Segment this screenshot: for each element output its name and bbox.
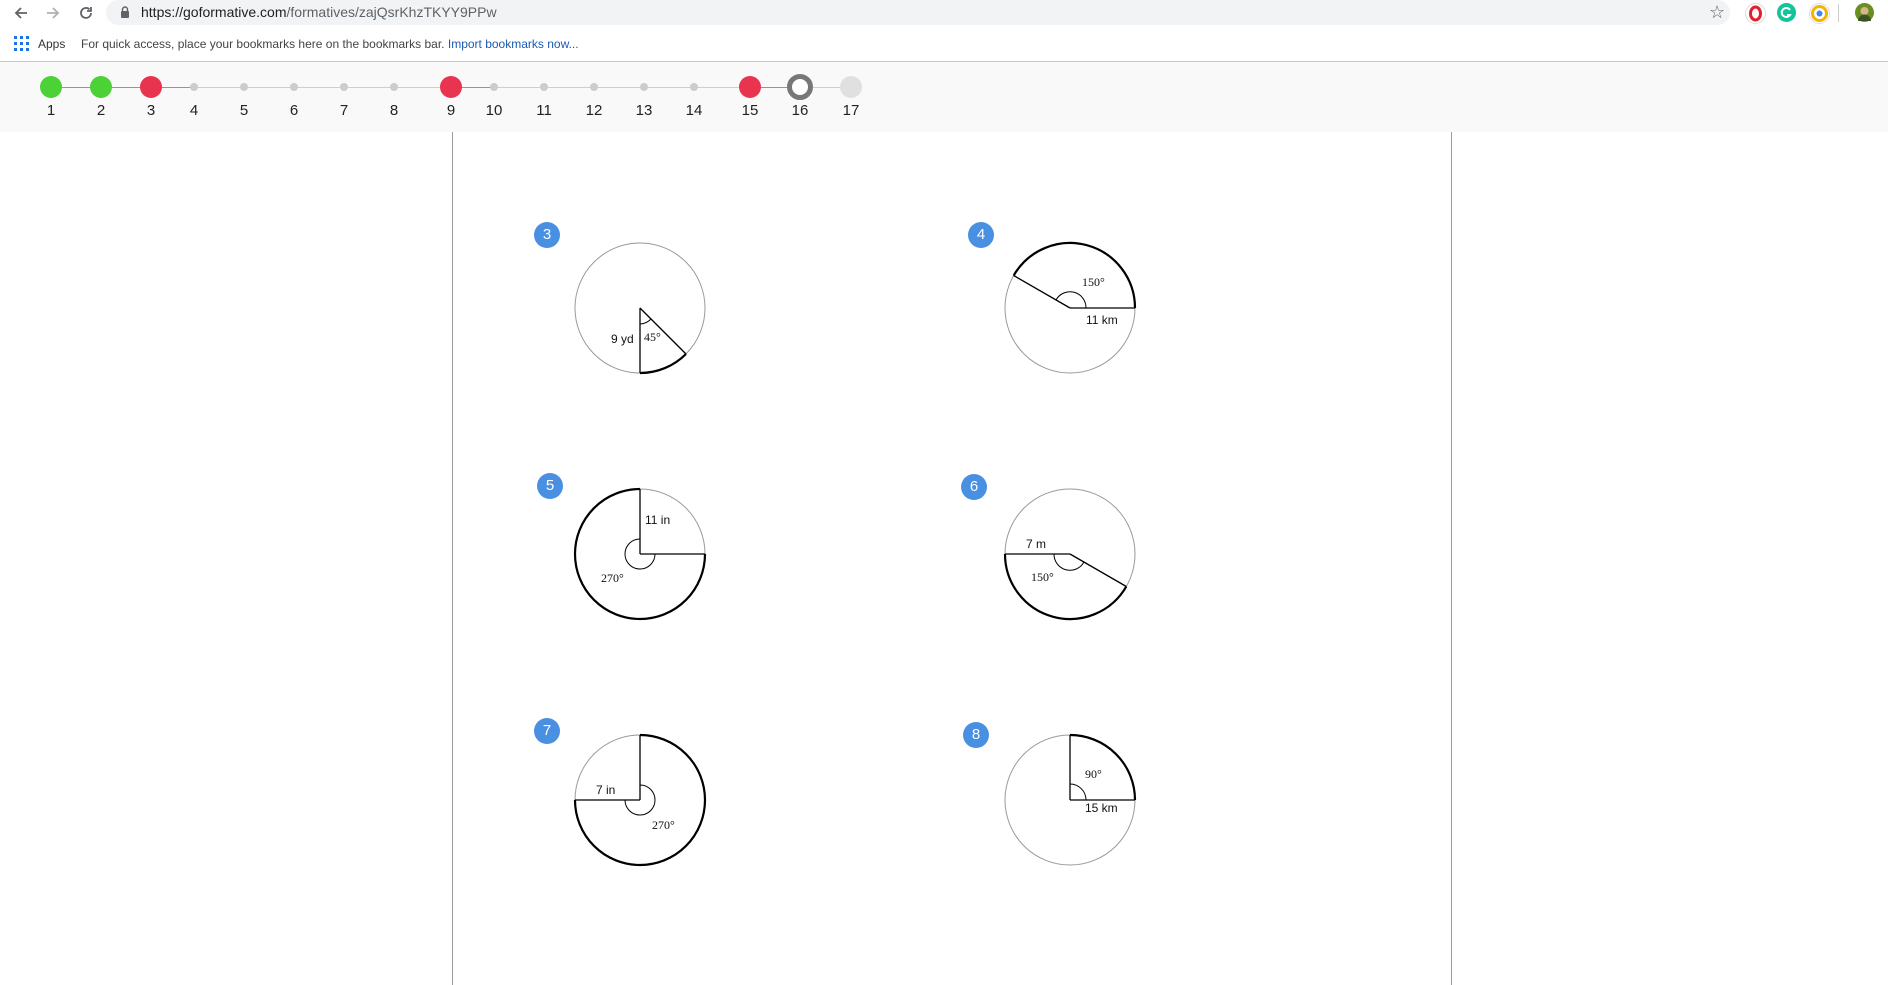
toolbar-divider xyxy=(1838,4,1839,22)
profile-avatar[interactable] xyxy=(1855,3,1874,22)
forward-button[interactable] xyxy=(40,0,66,26)
question-13-number[interactable]: 13 xyxy=(636,102,653,119)
apps-shortcut[interactable]: Apps xyxy=(38,37,65,51)
problem-figure-4: 150° 11 km xyxy=(1004,241,1137,374)
page-right-border xyxy=(1451,132,1452,985)
question-12-number[interactable]: 12 xyxy=(586,102,603,119)
radius-label-3: 9 yd xyxy=(611,332,634,346)
question-15-status-dot[interactable] xyxy=(739,76,761,98)
progress-connector xyxy=(244,87,294,88)
question-11-number[interactable]: 11 xyxy=(536,102,552,119)
question-12-status-dot[interactable] xyxy=(590,83,598,91)
question-14-number[interactable]: 14 xyxy=(686,102,703,119)
question-13-status-dot[interactable] xyxy=(640,83,648,91)
question-16-number[interactable]: 16 xyxy=(792,102,809,119)
angle-label-6: 150° xyxy=(1031,570,1054,584)
question-11-status-dot[interactable] xyxy=(540,83,548,91)
question-4-status-dot[interactable] xyxy=(190,83,198,91)
question-1-status-dot[interactable] xyxy=(40,76,62,98)
apps-grid-icon[interactable] xyxy=(14,36,29,51)
problem-badge-4[interactable]: 4 xyxy=(968,222,994,248)
page-left-border xyxy=(452,132,453,985)
grammarly-logo-icon xyxy=(1780,7,1792,18)
opera-logo-icon xyxy=(1749,5,1762,22)
chrome-extension-icon[interactable] xyxy=(1809,3,1830,24)
question-10-number[interactable]: 10 xyxy=(486,102,503,119)
radius-label-8: 15 km xyxy=(1085,801,1118,815)
question-7-status-dot[interactable] xyxy=(340,83,348,91)
problem-badge-6[interactable]: 6 xyxy=(961,474,987,500)
browser-toolbar: https://goformative.com/formatives/zajQs… xyxy=(0,0,1888,26)
radius-label-7: 7 in xyxy=(596,783,615,797)
problem-badge-8[interactable]: 8 xyxy=(963,722,989,748)
url-host: https://goformative.com xyxy=(141,4,287,20)
back-button[interactable] xyxy=(8,0,34,26)
question-14-status-dot[interactable] xyxy=(690,83,698,91)
question-7-number[interactable]: 7 xyxy=(340,102,348,119)
url-path: /formatives/zajQsrKhzTKYY9PPw xyxy=(286,4,497,20)
reload-icon xyxy=(80,7,92,19)
question-5-status-dot[interactable] xyxy=(240,83,248,91)
progress-connector xyxy=(644,87,694,88)
problem-figure-6: 7 m 150° xyxy=(1003,488,1136,621)
question-2-number[interactable]: 2 xyxy=(97,102,105,119)
avatar-icon xyxy=(1858,7,1871,21)
colorful-ring-icon xyxy=(1811,5,1828,22)
question-progress-bar xyxy=(0,62,1888,132)
question-16-status-dot[interactable] xyxy=(787,74,813,100)
progress-connector xyxy=(494,87,544,88)
progress-connector xyxy=(594,87,644,88)
problem-figure-3: 9 yd 45° xyxy=(574,242,706,375)
angle-label-3: 45° xyxy=(644,330,661,344)
import-bookmarks-link[interactable]: Import bookmarks now... xyxy=(448,37,579,51)
question-4-number[interactable]: 4 xyxy=(190,102,198,119)
question-10-status-dot[interactable] xyxy=(490,83,498,91)
angle-label-7: 270° xyxy=(652,818,675,832)
problem-figure-8: 90° 15 km xyxy=(1004,733,1137,866)
problem-badge-5[interactable]: 5 xyxy=(537,473,563,499)
url-text: https://goformative.com/formatives/zajQs… xyxy=(141,4,497,20)
question-6-status-dot[interactable] xyxy=(290,83,298,91)
bookmarks-hint-text: For quick access, place your bookmarks h… xyxy=(81,37,445,51)
angle-label-8: 90° xyxy=(1085,767,1102,781)
bookmarks-bar: Apps For quick access, place your bookma… xyxy=(0,26,1888,62)
question-17-status-dot[interactable] xyxy=(840,76,862,98)
problem-badge-7[interactable]: 7 xyxy=(534,718,560,744)
question-1-number[interactable]: 1 xyxy=(47,102,55,119)
forward-arrow-icon xyxy=(47,7,60,19)
angle-label-5: 270° xyxy=(601,571,624,585)
question-9-number[interactable]: 9 xyxy=(447,102,455,119)
question-8-status-dot[interactable] xyxy=(390,83,398,91)
problem-figure-7: 7 in 270° xyxy=(573,733,707,867)
question-3-number[interactable]: 3 xyxy=(147,102,155,119)
progress-connector xyxy=(344,87,394,88)
problem-figure-5: 11 in 270° xyxy=(573,487,707,621)
question-5-number[interactable]: 5 xyxy=(240,102,248,119)
lock-icon xyxy=(121,6,129,18)
radius-label-5: 11 in xyxy=(645,513,670,527)
question-3-status-dot[interactable] xyxy=(140,76,162,98)
question-8-number[interactable]: 8 xyxy=(390,102,398,119)
question-17-number[interactable]: 17 xyxy=(843,102,860,119)
progress-connector xyxy=(544,87,594,88)
bookmark-star-icon[interactable]: ☆ xyxy=(1709,2,1725,22)
back-arrow-icon xyxy=(14,7,27,19)
problem-badge-3[interactable]: 3 xyxy=(534,222,560,248)
opera-extension-icon[interactable] xyxy=(1745,3,1766,24)
progress-connector xyxy=(194,87,244,88)
bookmarks-hint: For quick access, place your bookmarks h… xyxy=(81,37,579,51)
reload-button[interactable] xyxy=(73,0,99,26)
address-bar[interactable]: https://goformative.com/formatives/zajQs… xyxy=(106,0,1730,25)
question-2-status-dot[interactable] xyxy=(90,76,112,98)
grammarly-extension-icon[interactable] xyxy=(1777,3,1796,22)
question-15-number[interactable]: 15 xyxy=(742,102,759,119)
question-9-status-dot[interactable] xyxy=(440,76,462,98)
worksheet-area xyxy=(0,132,1888,985)
angle-label-4: 150° xyxy=(1082,275,1105,289)
progress-connector xyxy=(294,87,344,88)
question-6-number[interactable]: 6 xyxy=(290,102,298,119)
radius-label-4: 11 km xyxy=(1086,313,1118,327)
radius-label-6: 7 m xyxy=(1026,537,1046,551)
